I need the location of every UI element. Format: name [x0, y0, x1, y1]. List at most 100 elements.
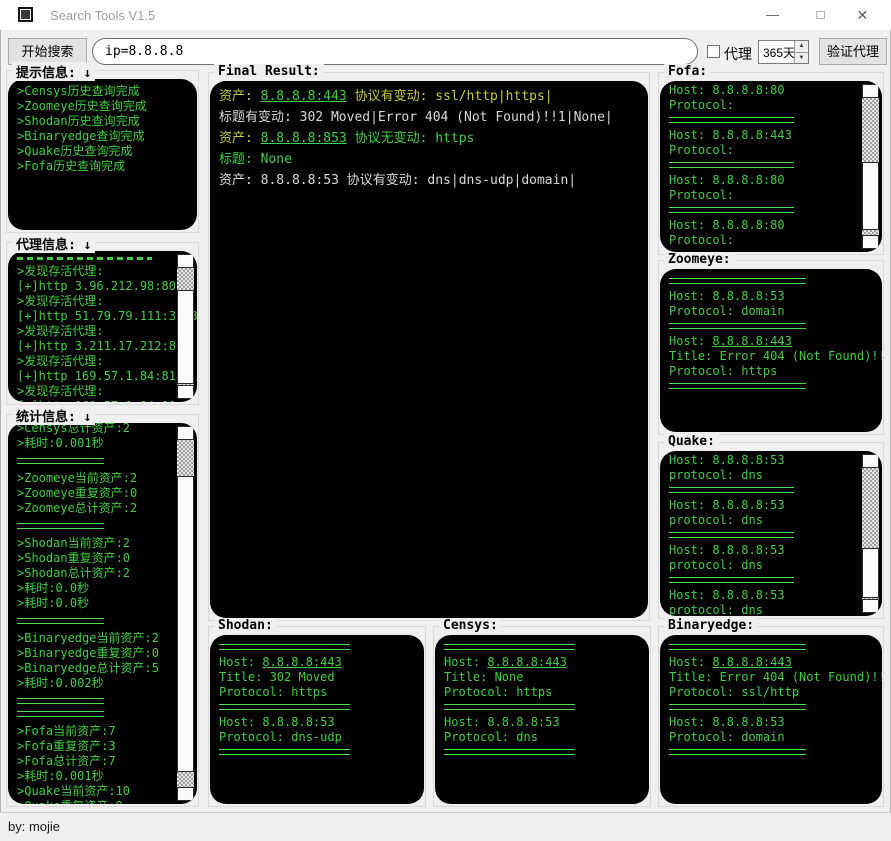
quake-scrollbar[interactable] — [862, 454, 879, 613]
censys-groupbox: Censys: Host: 8.8.8.8:443Title: NoneProt… — [431, 618, 653, 808]
proxy-checkbox[interactable] — [707, 45, 720, 58]
scroll-thumb[interactable] — [862, 548, 879, 598]
query-input[interactable] — [92, 38, 698, 65]
scroll-thumb[interactable] — [862, 162, 879, 230]
terminal-line: [+]http 169.57.1.84:80 — [17, 399, 170, 402]
field-label: Host: — [669, 715, 712, 729]
scroll-down-button[interactable] — [862, 235, 879, 249]
entry-divider — [669, 207, 794, 213]
final-result-title: Final Result: — [214, 64, 324, 79]
tips-lines: >Censys历史查询完成>Zoomeye历史查询完成>Shodan历史查询完成… — [17, 84, 188, 174]
scroll-track[interactable] — [862, 468, 879, 599]
stats-divider — [17, 711, 104, 717]
host-line: Host: 8.8.8.8:53 — [669, 543, 855, 558]
scroll-track[interactable] — [862, 98, 879, 235]
field-value: 8.8.8.8:53 — [712, 543, 784, 557]
result-text: 资产: — [219, 89, 261, 104]
scroll-thumb[interactable] — [177, 476, 194, 772]
fofa-scrollbar[interactable] — [862, 84, 879, 249]
terminal-line: >耗时:0.0秒 — [17, 581, 170, 596]
proxy-scrollbar[interactable] — [177, 254, 194, 399]
entry-divider — [669, 749, 806, 755]
field-label: protocol: — [669, 513, 741, 527]
host-line: Host: 8.8.8.8:443 — [219, 655, 415, 670]
field-label: Host: — [669, 128, 712, 142]
fofa-terminal: Host: 8.8.8.8:80Protocol: Host: 8.8.8.8:… — [660, 81, 882, 252]
tips-groupbox: 提示信息: ↓ >Censys历史查询完成>Zoomeye历史查询完成>Shod… — [4, 62, 201, 234]
stats-scrollbar[interactable] — [177, 426, 194, 801]
protocol-line: Protocol: https — [669, 364, 873, 379]
field-label: Host: — [669, 498, 712, 512]
host-link[interactable]: 8.8.8.8:443 — [712, 655, 791, 669]
title-line: Title: 302 Moved — [219, 670, 415, 685]
result-text: 协议无变动: https — [347, 131, 475, 146]
protocol-line: Protocol: https — [444, 685, 640, 700]
verify-proxy-button[interactable]: 验证代理 — [819, 38, 887, 65]
field-value: 8.8.8.8:53 — [262, 715, 334, 729]
field-value: 8.8.8.8:80 — [712, 173, 784, 187]
host-line: Host: 8.8.8.8:53 — [669, 289, 873, 304]
host-line: Host: 8.8.8.8:53 — [669, 453, 855, 468]
scroll-up-button[interactable] — [862, 454, 879, 468]
host-link[interactable]: 8.8.8.8:853 — [261, 131, 347, 146]
proxy-groupbox: 代理信息: ↓ >发现存活代理:[+]http 3.96.212.98:80>发… — [4, 234, 201, 406]
field-value: 8.8.8.8:53 — [712, 588, 784, 602]
censys-panel-title: Censys: — [439, 618, 502, 633]
protocol-line: Protocol: dns — [444, 730, 640, 745]
host-line: Host: 8.8.8.8:53 — [444, 715, 640, 730]
scroll-up-button[interactable] — [177, 426, 194, 440]
terminal-line: >耗时:0.001秒 — [17, 436, 170, 451]
stats-panel-title: 统计信息: ↓ — [12, 406, 95, 425]
close-button[interactable]: ✕ — [840, 0, 885, 30]
protocol-line: Protocol: domain — [669, 730, 873, 745]
days-spinner[interactable]: 365天 ▲ ▼ — [758, 40, 809, 64]
clipped-text-row — [17, 257, 152, 260]
scroll-thumb[interactable] — [177, 290, 194, 384]
host-link[interactable]: 8.8.8.8:443 — [262, 655, 341, 669]
scroll-down-button[interactable] — [862, 599, 879, 613]
entry-divider — [669, 162, 794, 168]
entry-divider — [669, 383, 806, 389]
field-label: Host: — [444, 715, 487, 729]
terminal-line: >Zoomeye当前资产:2 — [17, 471, 170, 486]
result-line: 资产: 8.8.8.8:443 协议有变动: ssl/http|https| — [219, 86, 639, 107]
host-line: Host: 8.8.8.8:53 — [669, 588, 855, 603]
terminal-line: >耗时:0.0秒 — [17, 596, 170, 611]
field-value: 8.8.8.8:80 — [712, 83, 784, 97]
field-value: Error 404 (Not Found)!!1 — [720, 349, 882, 363]
scroll-down-button[interactable] — [177, 385, 194, 399]
host-link[interactable]: 8.8.8.8:443 — [487, 655, 566, 669]
entry-divider — [669, 644, 806, 650]
result-line: 标题有变动: 302 Moved|Error 404 (Not Found)!!… — [219, 107, 639, 128]
titlebar: Search Tools V1.5 — □ ✕ — [0, 0, 891, 30]
result-line: 资产: 8.8.8.8:53 协议有变动: dns|dns-udp|domain… — [219, 170, 639, 191]
host-link[interactable]: 8.8.8.8:443 — [261, 89, 347, 104]
spinner-up-icon[interactable]: ▲ — [795, 41, 808, 53]
spinner-down-icon[interactable]: ▼ — [795, 53, 808, 64]
scroll-up-button[interactable] — [862, 84, 879, 98]
field-label: Protocol: — [669, 188, 734, 202]
maximize-button[interactable]: □ — [798, 0, 843, 30]
entry-divider — [669, 117, 794, 123]
field-value: None — [495, 670, 524, 684]
scroll-up-button[interactable] — [177, 254, 194, 268]
entry-divider — [444, 704, 575, 710]
minimize-button[interactable]: — — [750, 0, 795, 30]
host-line: Host: 8.8.8.8:443 — [669, 655, 873, 670]
start-search-button[interactable]: 开始搜索 — [8, 38, 87, 65]
host-link[interactable]: 8.8.8.8:443 — [712, 334, 791, 348]
field-value: 8.8.8.8:53 — [712, 715, 784, 729]
scroll-down-button[interactable] — [177, 787, 194, 801]
scroll-track[interactable] — [177, 268, 194, 385]
protocol-line: Protocol: — [669, 188, 855, 203]
field-label: Protocol: — [669, 685, 741, 699]
terminal-line: >Censys历史查询完成 — [17, 84, 188, 99]
terminal-line: >耗时:0.001秒 — [17, 769, 170, 784]
host-line: Host: 8.8.8.8:80 — [669, 173, 855, 188]
shodan-terminal: Host: 8.8.8.8:443Title: 302 MovedProtoco… — [210, 635, 424, 804]
spinner-arrows[interactable]: ▲ ▼ — [794, 41, 808, 63]
scroll-track[interactable] — [177, 440, 194, 787]
censys-terminal: Host: 8.8.8.8:443Title: NoneProtocol: ht… — [435, 635, 649, 804]
fofa-groupbox: Fofa: Host: 8.8.8.8:80Protocol: Host: 8.… — [656, 64, 886, 256]
tips-panel-title: 提示信息: ↓ — [12, 62, 95, 81]
